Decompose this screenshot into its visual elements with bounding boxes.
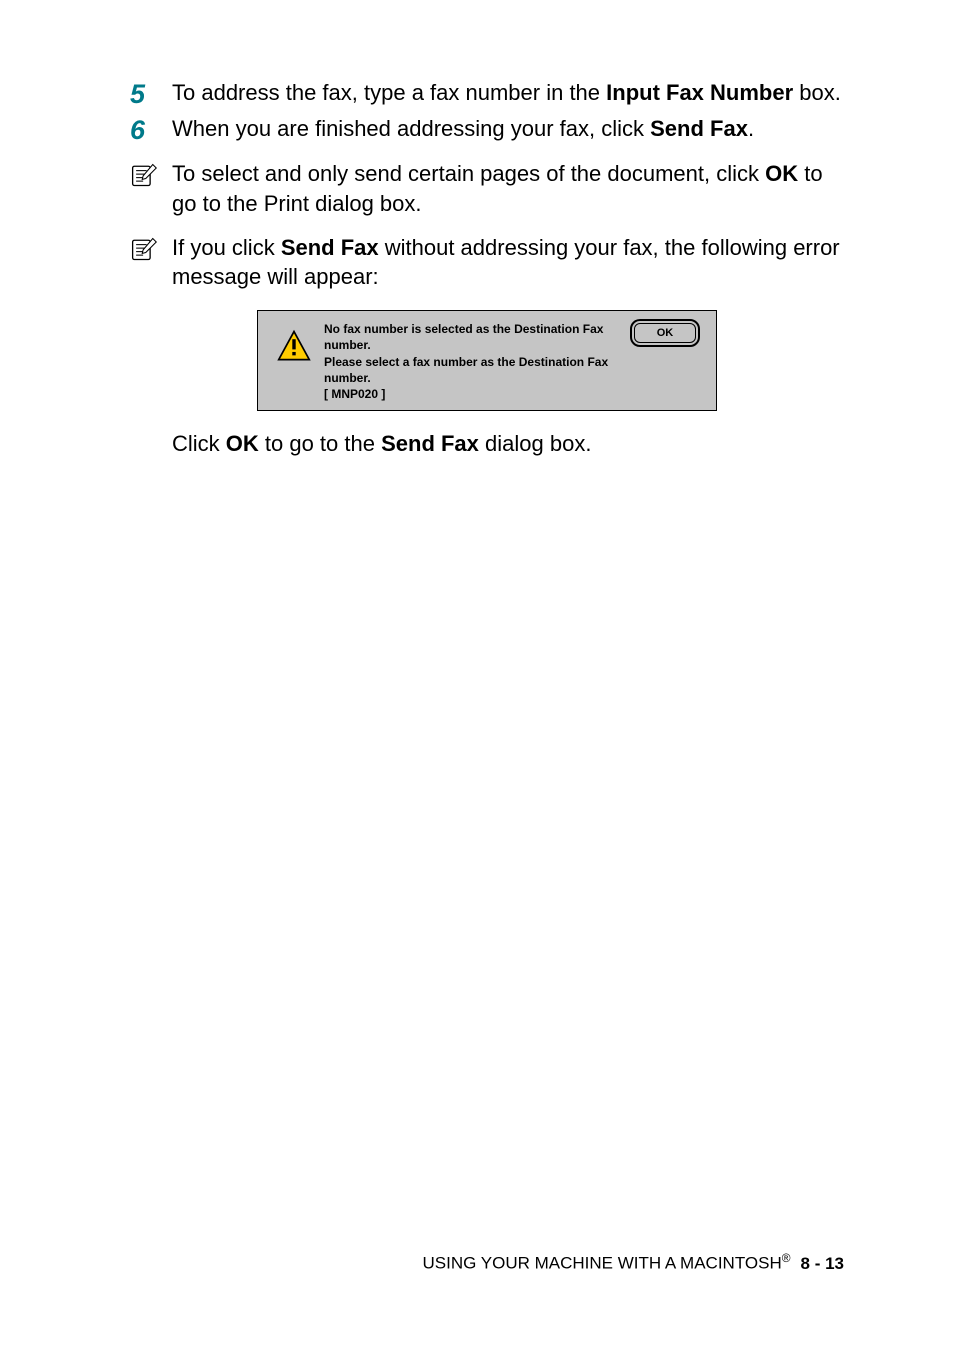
error-dialog-screenshot: No fax number is selected as the Destina… — [130, 310, 844, 411]
text-fragment: If you click — [172, 235, 281, 260]
text-bold: Send Fax — [281, 235, 379, 260]
dialog-icon-column — [270, 321, 318, 363]
text-bold: Send Fax — [650, 116, 748, 141]
step-5-text: To address the fax, type a fax number in… — [172, 78, 844, 108]
step-6-text: When you are finished addressing your fa… — [172, 114, 844, 144]
text-fragment: box. — [793, 80, 841, 105]
ok-button[interactable]: OK — [634, 323, 696, 343]
text-fragment: dialog box. — [479, 431, 592, 456]
text-bold: Input Fax Number — [606, 80, 793, 105]
step-number: 6 — [130, 114, 172, 146]
dialog-message: No fax number is selected as the Destina… — [318, 321, 634, 402]
dialog-button-column: OK — [634, 321, 704, 343]
text-fragment: When you are finished addressing your fa… — [172, 116, 650, 141]
text-bold: OK — [226, 431, 259, 456]
after-dialog-text: Click OK to go to the Send Fax dialog bo… — [172, 429, 844, 459]
page-footer: USING YOUR MACHINE WITH A MACINTOSH® 8 - … — [423, 1251, 845, 1274]
page-number: 8 - 13 — [801, 1254, 844, 1273]
text-bold: Send Fax — [381, 431, 479, 456]
text-fragment: Click — [172, 431, 226, 456]
footer-text: USING YOUR MACHINE WITH A MACINTOSH — [423, 1254, 782, 1273]
note-1-text: To select and only send certain pages of… — [172, 159, 844, 218]
step-6: 6 When you are finished addressing your … — [130, 114, 844, 146]
error-dialog: No fax number is selected as the Destina… — [257, 310, 717, 411]
text-fragment: To address the fax, type a fax number in… — [172, 80, 606, 105]
text-fragment: To select and only send certain pages of… — [172, 161, 765, 186]
warning-triangle-icon — [277, 329, 311, 363]
note-icon — [130, 233, 172, 268]
step-5: 5 To address the fax, type a fax number … — [130, 78, 844, 110]
note-icon — [130, 159, 172, 194]
note-2-text: If you click Send Fax without addressing… — [172, 233, 844, 292]
step-number: 5 — [130, 78, 172, 110]
text-fragment: to go to the — [259, 431, 381, 456]
text-fragment: . — [748, 116, 754, 141]
registered-symbol: ® — [782, 1251, 791, 1265]
memo-pencil-icon — [130, 161, 158, 189]
note-1: To select and only send certain pages of… — [130, 159, 844, 218]
memo-pencil-icon — [130, 235, 158, 263]
note-2: If you click Send Fax without addressing… — [130, 233, 844, 292]
text-bold: OK — [765, 161, 798, 186]
document-page: 5 To address the fax, type a fax number … — [0, 0, 954, 1352]
